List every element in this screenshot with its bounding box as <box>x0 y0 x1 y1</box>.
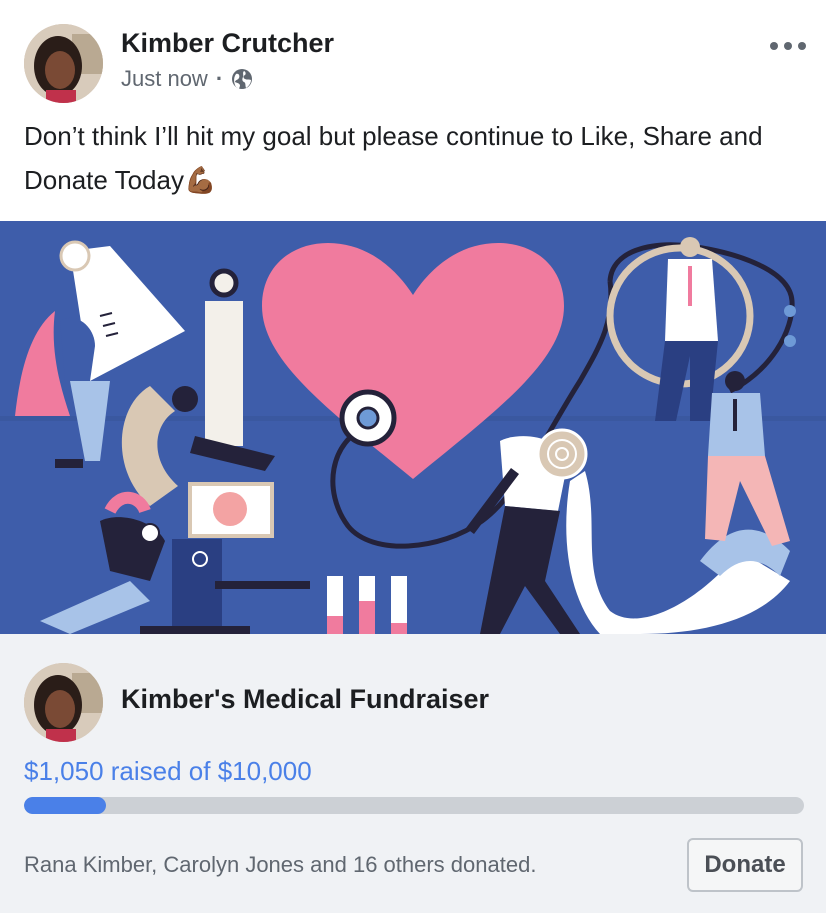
more-dot <box>770 42 778 50</box>
fundraiser-avatar[interactable] <box>24 663 103 742</box>
more-options-icon[interactable] <box>770 34 806 58</box>
author-name[interactable]: Kimber Crutcher <box>121 28 334 59</box>
more-dot <box>798 42 806 50</box>
post-meta: Just now · <box>121 66 253 92</box>
donors-summary[interactable]: Rana Kimber, Carolyn Jones and 16 others… <box>24 852 536 878</box>
fundraiser-progress-bar <box>24 797 804 814</box>
post-text: Don’t think I’ll hit my goal but please … <box>24 114 814 202</box>
globe-icon[interactable] <box>231 68 253 90</box>
author-avatar[interactable] <box>24 24 103 103</box>
fundraiser-cover-image[interactable] <box>0 221 826 634</box>
post-text-body: Don’t think I’ll hit my goal but please … <box>24 121 763 195</box>
post-timestamp[interactable]: Just now <box>121 66 208 92</box>
fundraiser-title[interactable]: Kimber's Medical Fundraiser <box>121 684 489 715</box>
donate-button[interactable]: Donate <box>687 838 803 892</box>
meta-separator: · <box>215 66 224 91</box>
fundraiser-progress-fill <box>24 797 106 814</box>
flexed-biceps-emoji: 💪🏾 <box>183 165 217 195</box>
more-dot <box>784 42 792 50</box>
raised-amount-text: $1,050 raised of $10,000 <box>24 756 312 786</box>
fundraiser-panel: Kimber's Medical Fundraiser $1,050 raise… <box>0 634 826 913</box>
